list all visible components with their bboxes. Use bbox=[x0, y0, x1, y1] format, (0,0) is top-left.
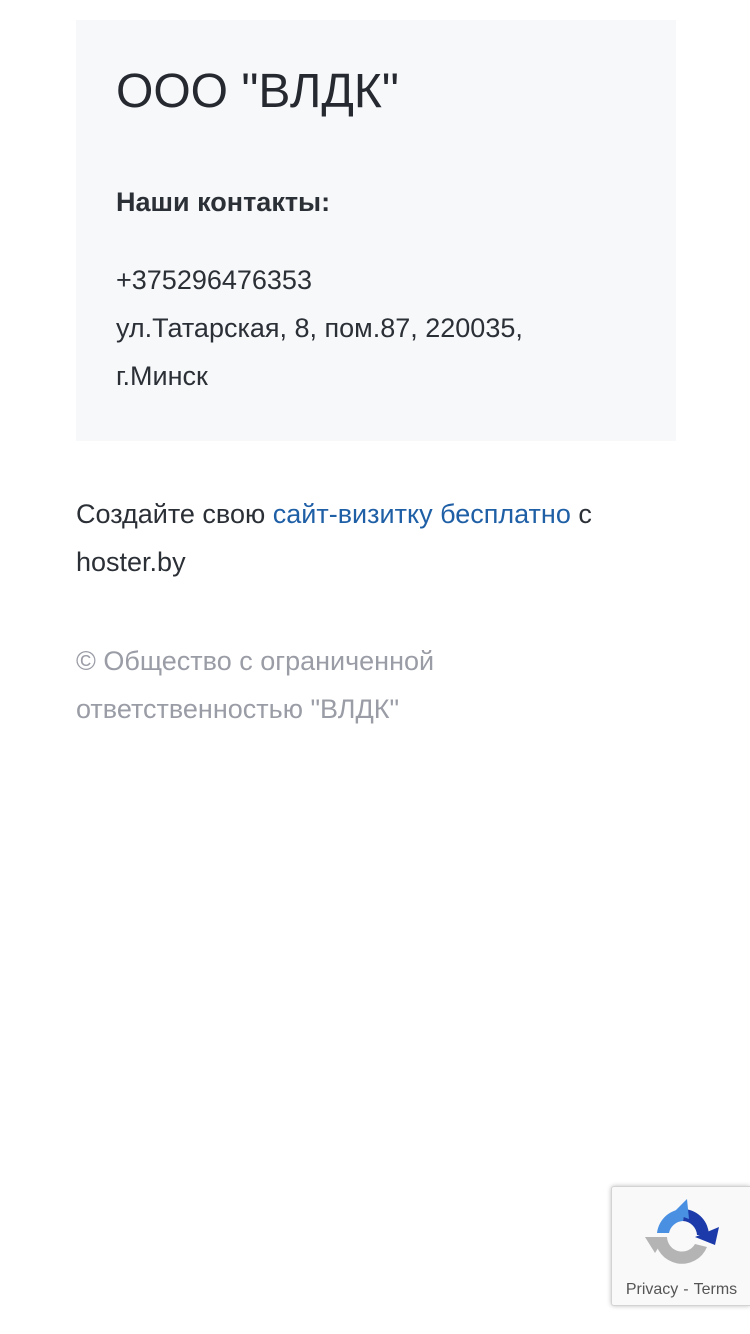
copyright-text: © Общество с ограниченной ответственност… bbox=[76, 646, 435, 724]
free-site-link[interactable]: сайт-визитку бесплатно bbox=[273, 499, 571, 529]
phone-number: +375296476353 bbox=[116, 265, 312, 295]
recaptcha-badge: Privacy - Terms bbox=[611, 1186, 750, 1306]
recaptcha-links: Privacy - Terms bbox=[612, 1279, 750, 1301]
promo-text-before: Создайте свою bbox=[76, 499, 273, 529]
recaptcha-icon bbox=[645, 1199, 719, 1264]
company-title: ООО "ВЛДК" bbox=[116, 65, 399, 118]
contact-details: +375296476353 ул.Татарская, 8, пом.87, 2… bbox=[116, 256, 636, 400]
city-line: г.Минск bbox=[116, 361, 208, 391]
recaptcha-privacy-link[interactable]: Privacy bbox=[626, 1281, 678, 1298]
contacts-heading: Наши контакты: bbox=[116, 187, 331, 217]
recaptcha-separator: - bbox=[683, 1281, 689, 1298]
contact-card: ООО "ВЛДК" Наши контакты: +375296476353 … bbox=[76, 20, 676, 441]
address-line: ул.Татарская, 8, пом.87, 220035, bbox=[116, 313, 523, 343]
promo-text: Создайте свою сайт-визитку бесплатно с h… bbox=[76, 490, 676, 586]
recaptcha-terms-link[interactable]: Terms bbox=[694, 1281, 738, 1298]
